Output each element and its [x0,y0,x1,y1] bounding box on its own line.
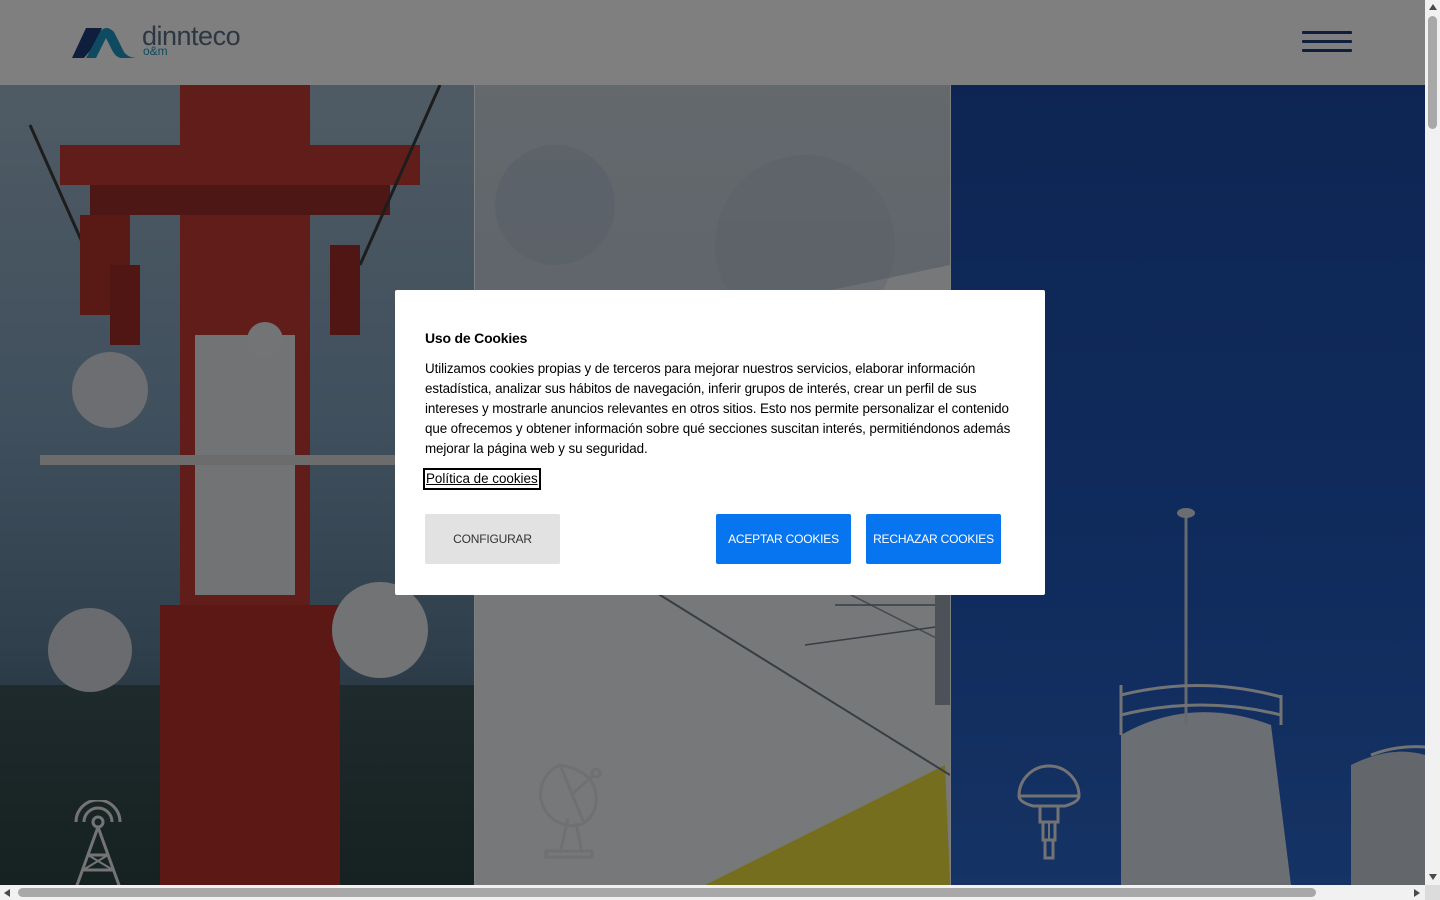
cookie-policy-link[interactable]: Política de cookies [423,468,541,490]
cookie-dialog-title: Uso de Cookies [425,330,528,346]
page: dinnteco o&m [0,0,1425,885]
scrollbar-corner [1425,885,1440,900]
scroll-up-arrow-icon[interactable] [1429,4,1437,10]
scroll-left-arrow-icon[interactable] [4,889,10,897]
vertical-scrollbar[interactable] [1425,0,1440,885]
cookie-dialog-text: Utilizamos cookies propias y de terceros… [425,361,1011,456]
scroll-right-arrow-icon[interactable] [1414,889,1420,897]
cookie-consent-dialog: Uso de Cookies Utilizamos cookies propia… [395,290,1045,595]
reject-cookies-button[interactable]: Rechazar cookies [866,514,1001,564]
scroll-down-arrow-icon[interactable] [1429,874,1437,880]
horizontal-scrollbar[interactable] [0,885,1425,900]
horizontal-scroll-thumb[interactable] [18,888,1316,897]
vertical-scroll-thumb[interactable] [1428,16,1437,129]
configure-cookies-button[interactable]: Configurar [425,514,560,564]
accept-cookies-button[interactable]: Aceptar cookies [716,514,851,564]
